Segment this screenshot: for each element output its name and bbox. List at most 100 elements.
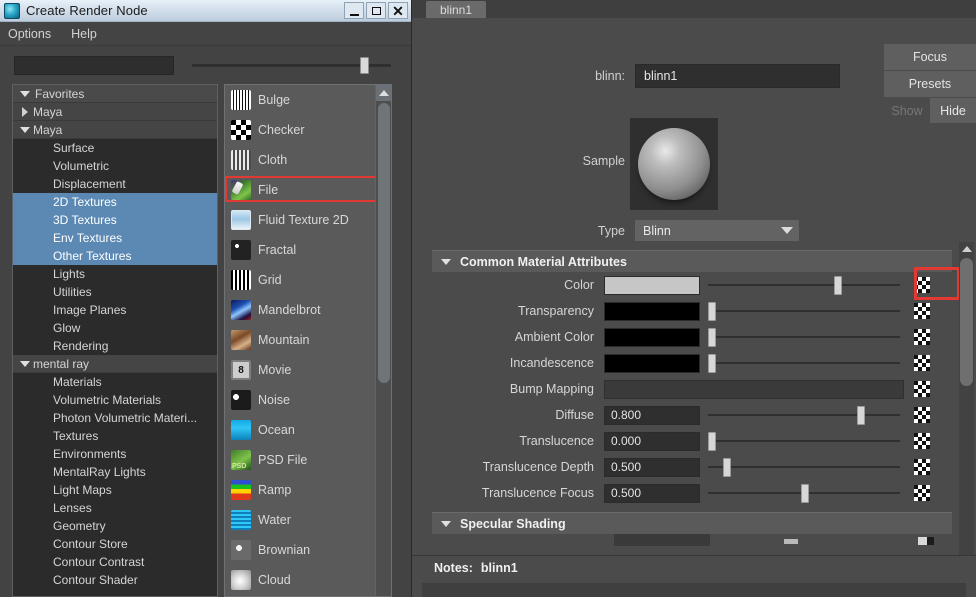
- tree-item-light-maps[interactable]: Light Maps: [13, 481, 217, 499]
- tree-item-3d-textures[interactable]: 3D Textures: [13, 211, 217, 229]
- value-field-diffuse[interactable]: 0.800: [604, 405, 700, 425]
- tree-item-maya[interactable]: Maya: [13, 103, 217, 121]
- section-specular-shading[interactable]: Specular Shading: [432, 512, 952, 534]
- tree-item-2d-textures[interactable]: 2D Textures: [13, 193, 217, 211]
- slider-translucence[interactable]: [708, 431, 904, 451]
- map-button-transparency[interactable]: [914, 303, 930, 319]
- tree-item-lights[interactable]: Lights: [13, 265, 217, 283]
- tree-item-textures[interactable]: Textures: [13, 427, 217, 445]
- tree-item-surface[interactable]: Surface: [13, 139, 217, 157]
- render-node-item-file[interactable]: File: [225, 175, 387, 205]
- map-button-color[interactable]: [914, 277, 930, 293]
- tree-item-utilities[interactable]: Utilities: [13, 283, 217, 301]
- slider-translucence-depth[interactable]: [708, 457, 904, 477]
- notes-textarea[interactable]: [422, 583, 966, 597]
- slider-knob[interactable]: [360, 57, 369, 74]
- tree-item-photon-volumetric-materi[interactable]: Photon Volumetric Materi...: [13, 409, 217, 427]
- value-field-translucence-focus[interactable]: 0.500: [604, 483, 700, 503]
- attribute-editor-scrollbar[interactable]: [959, 242, 974, 572]
- render-node-item-movie[interactable]: 8 Movie: [225, 355, 375, 385]
- render-node-item-mandelbrot[interactable]: Mandelbrot: [225, 295, 375, 325]
- tree-item-contour-contrast[interactable]: Contour Contrast: [13, 553, 217, 571]
- map-button-ambient-color[interactable]: [914, 329, 930, 345]
- slider-knob[interactable]: [708, 301, 716, 321]
- icon-size-slider[interactable]: [188, 55, 397, 75]
- tree-item-materials[interactable]: Materials: [13, 373, 217, 391]
- tree-item-glow[interactable]: Glow: [13, 319, 217, 337]
- render-node-item-fluid-texture-2d[interactable]: Fluid Texture 2D: [225, 205, 375, 235]
- presets-button[interactable]: Presets: [884, 71, 976, 98]
- value-field-translucence[interactable]: 0.000: [604, 431, 700, 451]
- color-swatch-incandescence[interactable]: [604, 353, 700, 373]
- section-common-material-attributes[interactable]: Common Material Attributes: [432, 250, 952, 272]
- tree-item-displacement[interactable]: Displacement: [13, 175, 217, 193]
- tree-item-image-planes[interactable]: Image Planes: [13, 301, 217, 319]
- slider-knob[interactable]: [856, 405, 865, 425]
- render-node-item-noise[interactable]: Noise: [225, 385, 375, 415]
- tree-item-favorites[interactable]: Favorites: [13, 85, 217, 103]
- scrollbar-thumb[interactable]: [960, 258, 973, 386]
- slider-transparency[interactable]: [708, 301, 904, 321]
- tree-item-other-textures[interactable]: Other Textures: [13, 247, 217, 265]
- render-node-item-ramp[interactable]: Ramp: [225, 475, 375, 505]
- slider-knob[interactable]: [801, 483, 809, 503]
- render-node-item-cloth[interactable]: Cloth: [225, 145, 375, 175]
- tree-item-volumetric[interactable]: Volumetric: [13, 157, 217, 175]
- render-node-item-mountain[interactable]: Mountain: [225, 325, 375, 355]
- slider-translucence-focus[interactable]: [708, 483, 904, 503]
- tree-item-lenses[interactable]: Lenses: [13, 499, 217, 517]
- slider-incandescence[interactable]: [708, 353, 904, 373]
- tree-item-contour-shader[interactable]: Contour Shader: [13, 571, 217, 589]
- close-icon[interactable]: ✕: [388, 2, 408, 19]
- map-button-diffuse[interactable]: [914, 407, 930, 423]
- map-button-translucence[interactable]: [914, 433, 930, 449]
- slider-knob[interactable]: [708, 353, 716, 373]
- slider-knob[interactable]: [708, 431, 716, 451]
- node-name-input[interactable]: blinn1: [635, 64, 840, 88]
- map-button-incandescence[interactable]: [914, 355, 930, 371]
- minimize-button[interactable]: [344, 2, 364, 19]
- tree-item-maya[interactable]: Maya: [13, 121, 217, 139]
- filter-input[interactable]: [14, 55, 174, 75]
- render-node-list[interactable]: Bulge Checker Cloth File Fluid Texture 2D Fra…: [224, 84, 392, 597]
- map-button-translucence-depth[interactable]: [914, 459, 930, 475]
- render-node-item-cloud[interactable]: Cloud: [225, 565, 375, 595]
- render-node-item-psd-file[interactable]: PSD PSD File: [225, 445, 375, 475]
- value-field-translucence-depth[interactable]: 0.500: [604, 457, 700, 477]
- chevron-down-icon[interactable]: [775, 220, 799, 241]
- sample-swatch[interactable]: [630, 118, 718, 210]
- tree-item-env-textures[interactable]: Env Textures: [13, 229, 217, 247]
- slider-ambient-color[interactable]: [708, 327, 904, 347]
- type-select[interactable]: Blinn: [635, 220, 775, 241]
- tree-item-geometry[interactable]: Geometry: [13, 517, 217, 535]
- list-scrollbar[interactable]: [375, 85, 391, 596]
- tree-item-contour-store[interactable]: Contour Store: [13, 535, 217, 553]
- scrollbar-thumb[interactable]: [378, 103, 390, 383]
- slider-knob[interactable]: [834, 275, 843, 295]
- slider-knob[interactable]: [708, 327, 716, 347]
- map-button-bump-mapping[interactable]: [914, 381, 930, 397]
- render-node-item-water[interactable]: Water: [225, 505, 375, 535]
- value-field-bump-mapping[interactable]: [604, 379, 904, 399]
- menu-help[interactable]: Help: [71, 27, 97, 41]
- slider-color[interactable]: [708, 275, 904, 295]
- render-node-item-grid[interactable]: Grid: [225, 265, 375, 295]
- slider-diffuse[interactable]: [708, 405, 904, 425]
- map-button-translucence-focus[interactable]: [914, 485, 930, 501]
- tree-item-volumetric-materials[interactable]: Volumetric Materials: [13, 391, 217, 409]
- tree-item-mentalray-lights[interactable]: MentalRay Lights: [13, 463, 217, 481]
- render-node-item-fractal[interactable]: Fractal: [225, 235, 375, 265]
- render-node-item-bulge[interactable]: Bulge: [225, 85, 375, 115]
- render-node-item-checker[interactable]: Checker: [225, 115, 375, 145]
- tree-item-mental-ray[interactable]: mental ray: [13, 355, 217, 373]
- color-swatch-ambient-color[interactable]: [604, 327, 700, 347]
- color-swatch-color[interactable]: [604, 275, 700, 295]
- slider-knob[interactable]: [722, 457, 731, 477]
- node-category-tree[interactable]: Favorites Maya Maya Surface Volumetric Displa…: [12, 84, 218, 597]
- scroll-up-icon[interactable]: [376, 85, 391, 101]
- tree-item-rendering[interactable]: Rendering: [13, 337, 217, 355]
- maximize-button[interactable]: [366, 2, 386, 19]
- scroll-up-icon[interactable]: [959, 242, 974, 255]
- render-node-item-brownian[interactable]: Brownian: [225, 535, 375, 565]
- focus-button[interactable]: Focus: [884, 44, 976, 71]
